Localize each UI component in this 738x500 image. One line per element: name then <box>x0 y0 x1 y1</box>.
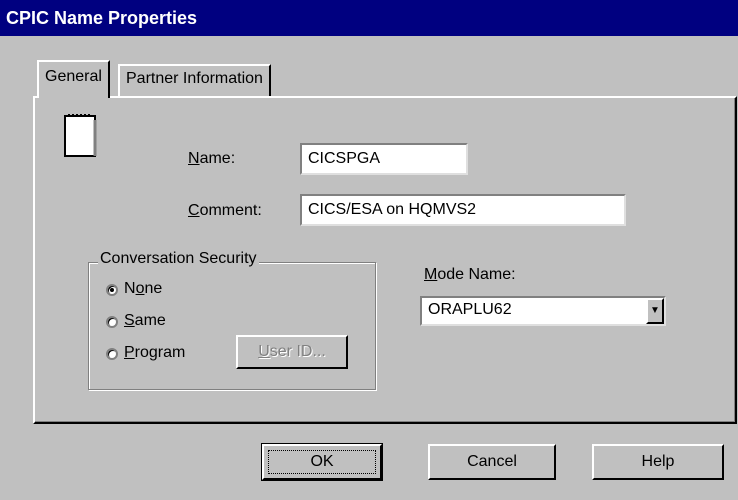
comment-label: Comment: <box>188 202 262 219</box>
tab-general-label: General <box>45 68 102 85</box>
radio-same-circle[interactable] <box>106 316 118 328</box>
mode-name-select[interactable]: ORAPLU62 ▼ <box>420 296 666 326</box>
cancel-button[interactable]: Cancel <box>428 444 556 480</box>
name-input[interactable]: CICSPGA <box>300 143 468 175</box>
mode-name-label: Mode Name: <box>424 266 516 283</box>
tab-partner-information-label: Partner Information <box>126 70 263 87</box>
tab-general[interactable]: General <box>37 60 110 98</box>
chevron-down-icon[interactable]: ▼ <box>646 298 664 324</box>
document-icon <box>64 114 97 157</box>
radio-none-circle[interactable] <box>106 284 118 296</box>
radio-program-label: Program <box>124 344 186 361</box>
name-label: Name: <box>188 150 236 167</box>
tab-partner-information[interactable]: Partner Information <box>118 64 271 96</box>
comment-input[interactable]: CICS/ESA on HQMVS2 <box>300 194 626 226</box>
help-button[interactable]: Help <box>592 444 724 480</box>
radio-none-label: None <box>124 280 163 297</box>
conversation-security-title: Conversation Security <box>98 250 259 268</box>
user-id-button[interactable]: User ID... <box>236 335 348 369</box>
radio-same-label: Same <box>124 312 166 329</box>
radio-program-circle[interactable] <box>106 348 118 360</box>
ok-button[interactable]: OK <box>261 443 383 481</box>
mode-name-value: ORAPLU62 <box>428 301 512 318</box>
window-title: CPIC Name Properties <box>0 0 738 36</box>
